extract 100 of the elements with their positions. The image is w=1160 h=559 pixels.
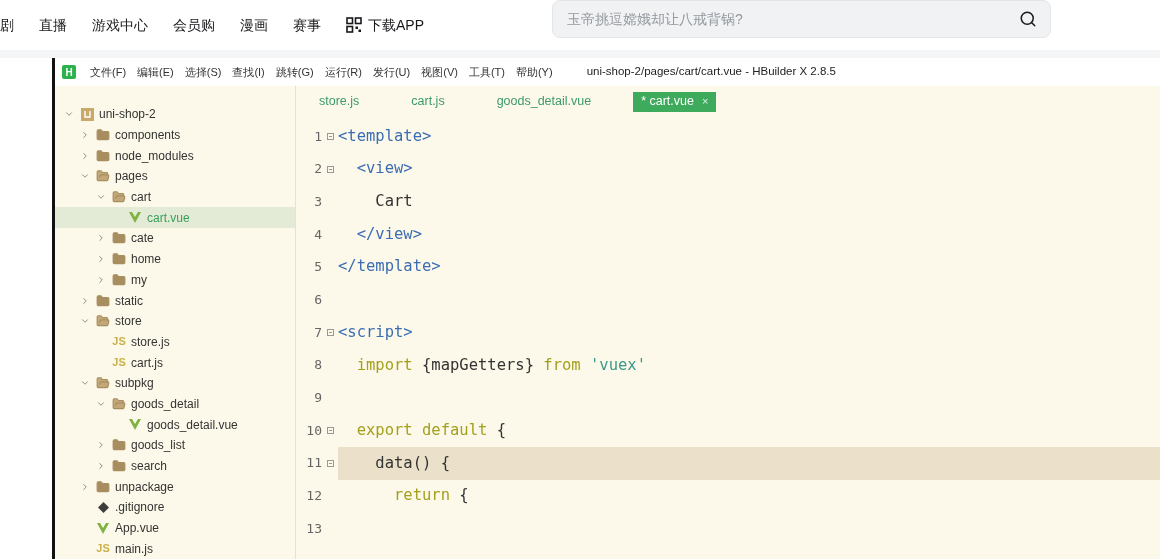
tree-item[interactable]: node_modules [55,145,295,167]
tree-item-label: .gitignore [115,499,165,517]
menu-item[interactable]: 工具(T) [468,63,505,81]
nav-link[interactable]: 漫画 [240,14,268,36]
fold-marker-icon[interactable] [326,165,334,173]
tree-item[interactable]: search [55,455,295,477]
folder-icon [112,231,126,246]
vue-icon [129,419,141,431]
nav-link[interactable]: 直播 [39,14,67,36]
menu-item[interactable]: 跳转(G) [275,63,314,81]
tree-item[interactable]: cate [55,228,295,249]
tree-item-label: home [131,251,162,269]
tree-item-label: cart [131,189,151,207]
tree-item-label: my [131,271,147,289]
folder-icon [96,479,110,494]
project-icon [80,107,94,121]
tree-item-label: store.js [131,333,170,351]
menu-item[interactable]: 运行(R) [324,63,362,81]
tree-item[interactable]: store [55,310,295,332]
chevron-right-icon [80,481,90,492]
tree-item[interactable]: JS store.js [55,331,295,353]
folder-icon [112,272,126,287]
line-number: 9 [313,389,322,408]
code-line: </template> [338,256,441,278]
tree-item[interactable]: goods_list [55,435,295,456]
chevron-right-icon [80,130,90,141]
line-number: 13 [305,519,322,538]
tree-item[interactable]: App.vue [55,517,295,539]
menu-item[interactable]: 视图(V) [421,63,458,81]
nav-link[interactable]: 游戏中心 [92,14,148,36]
window-title: uni-shop-2/pages/cart/cart.vue - HBuilder X 2.8.5 [586,64,836,80]
folder-icon [96,314,110,329]
nav-link[interactable]: 下载APP [346,14,424,36]
chevron-right-icon [96,440,106,451]
qr-code-icon [346,17,362,33]
menu-item[interactable]: 帮助(Y) [515,63,553,81]
tree-item[interactable]: static [55,290,295,311]
app-logo: H [62,65,76,79]
line-number: 2 [313,160,322,179]
code-line: <view> [355,158,413,180]
tree-item[interactable]: goods_detail.vue [55,414,295,435]
folder-icon [96,376,110,391]
nav-link[interactable]: 会员购 [173,14,215,36]
fold-marker-icon[interactable] [326,328,334,336]
tree-item-label: goods_list [131,437,186,455]
chevron-right-icon [96,274,106,285]
folder-icon [112,252,126,267]
tree-item-label: goods_detail.vue [147,416,238,434]
code-line: <script> [338,321,413,343]
tree-item[interactable]: cart [55,186,295,208]
nav-link[interactable]: 剧 [0,14,14,36]
menu-item[interactable]: 发行(U) [372,63,411,81]
tree-item-label: pages [115,168,148,186]
tree-item[interactable]: home [55,248,295,270]
folder-icon [96,148,110,163]
tree-item[interactable]: subpkg [55,372,295,394]
search-icon[interactable] [1019,10,1037,28]
line-number: 3 [313,192,322,211]
code-line: return { [393,485,469,507]
menu-item[interactable]: 编辑(E) [137,63,174,81]
tree-item-label: App.vue [115,520,160,538]
tree-item[interactable]: goods_detail [55,393,295,415]
code-line: export default { [355,419,506,441]
tree-item-label: node_modules [115,147,194,165]
code-line: </view> [355,223,422,245]
tree-item[interactable]: uni-shop-2 [55,104,295,125]
chevron-right-icon [80,150,90,161]
fold-marker-icon[interactable] [326,427,334,435]
nav-link[interactable]: 赛事 [293,14,321,36]
tree-item-label: subpkg [115,375,154,393]
menu-item[interactable]: 文件(F) [90,63,127,81]
fold-marker-icon[interactable] [326,132,334,140]
tree-item[interactable]: .gitignore [55,497,295,518]
tree-item[interactable]: pages [55,166,295,187]
line-number: 6 [313,291,322,310]
chevron-right-icon [96,254,106,265]
menu-item[interactable]: 选择(S) [184,63,222,81]
js-icon: JS [112,336,126,348]
menu-item[interactable]: 查找(I) [232,63,265,81]
folder-icon [96,169,110,184]
tree-item-label: store [115,313,142,331]
folder-icon [96,293,110,308]
tree-item-label: cate [131,230,154,248]
folder-icon [112,438,126,453]
line-number: 1 [313,127,322,146]
vue-icon [129,212,141,224]
tree-item[interactable]: components [55,124,295,146]
line-number: 12 [305,487,322,506]
search-field[interactable]: 玉帝挑逗嫦娥却让八戒背锅? [552,0,1051,38]
line-number: 10 [305,421,322,440]
tree-item[interactable]: unpackage [55,476,295,498]
chevron-right-icon [96,233,106,244]
tree-item[interactable]: JS cart.js [55,352,295,373]
line-number: 5 [313,258,322,277]
tree-item[interactable]: JS main.js [55,538,295,559]
tree-item-label: static [115,292,143,310]
folder-icon [112,459,126,474]
code-line: Cart [374,191,413,213]
fold-marker-icon[interactable] [326,459,334,467]
tree-item[interactable]: my [55,269,295,291]
